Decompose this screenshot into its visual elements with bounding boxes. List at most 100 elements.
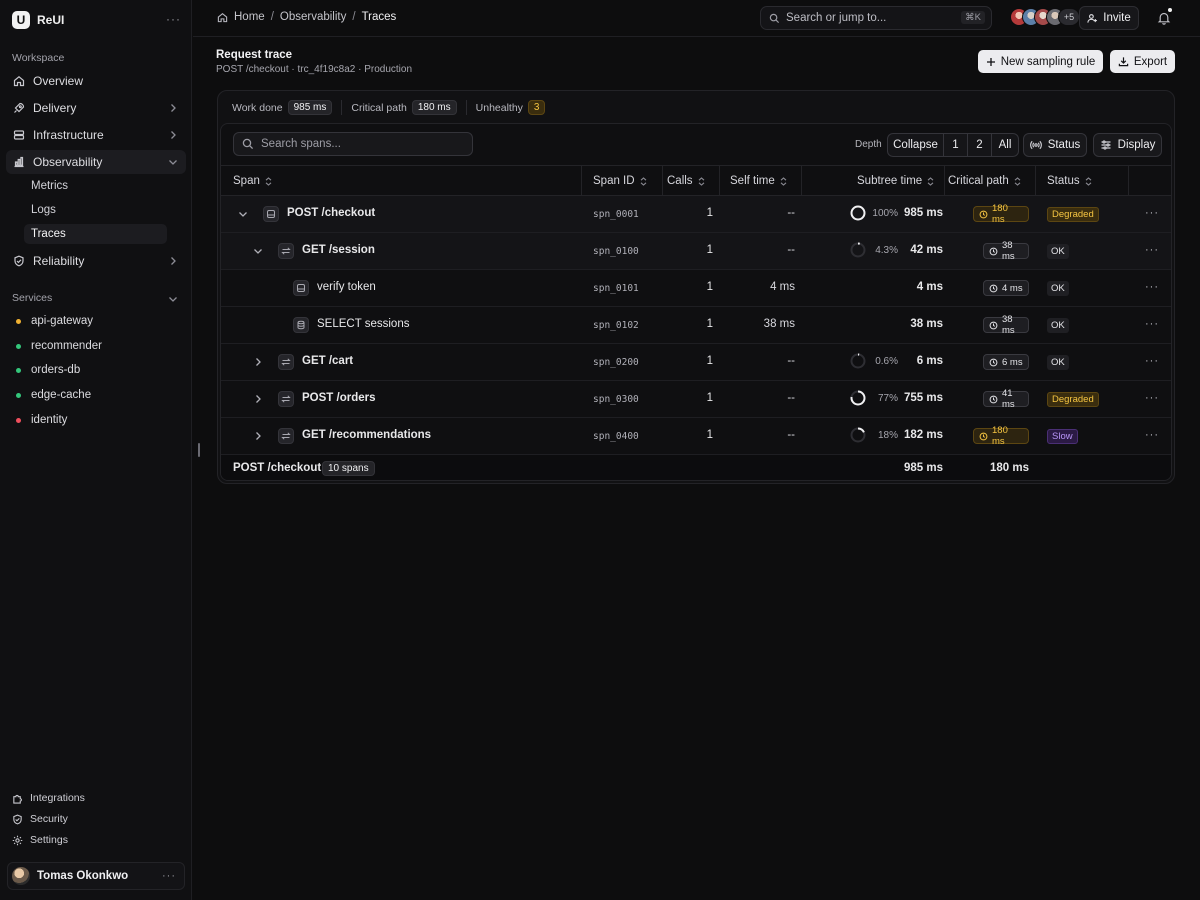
column-header-calls[interactable]: Calls xyxy=(667,166,705,196)
row-actions-icon[interactable]: ··· xyxy=(1145,318,1159,330)
bell-icon[interactable] xyxy=(1157,11,1171,25)
depth-option-1[interactable]: 1 xyxy=(944,134,968,156)
status-badge: OK xyxy=(1047,355,1069,370)
export-button[interactable]: Export xyxy=(1110,50,1175,73)
sidebar-link-settings[interactable]: Settings xyxy=(12,832,68,848)
more-icon[interactable]: ··· xyxy=(162,870,176,882)
service-item-api-gateway[interactable]: api-gateway xyxy=(16,313,93,329)
status-dot xyxy=(16,343,21,349)
sidebar-item-infrastructure[interactable]: Infrastructure xyxy=(6,123,186,147)
row-actions-icon[interactable]: ··· xyxy=(1145,244,1159,256)
broadcast-icon xyxy=(1029,139,1042,151)
sidebar-item-observability[interactable]: Observability xyxy=(6,150,186,174)
subtree-share-percent: 77% xyxy=(877,393,898,404)
topbar: Home / Observability / Traces Search or … xyxy=(193,0,1200,37)
chevron-right-icon[interactable] xyxy=(253,357,263,367)
status-dot xyxy=(16,392,21,398)
service-item-recommender[interactable]: recommender xyxy=(16,338,102,354)
table-row[interactable]: SELECT sessions spn_0102 1 38 ms 38 ms 38 ms O… xyxy=(221,307,1171,344)
chevron-down-icon[interactable] xyxy=(253,246,263,256)
sort-icon xyxy=(1014,176,1021,186)
span-calls: 1 xyxy=(706,244,713,256)
service-item-orders-db[interactable]: orders-db xyxy=(16,362,80,378)
column-header-span-id[interactable]: Span ID xyxy=(593,166,647,196)
page-subtitle: POST /checkout · trc_4f19c8a2 · Producti… xyxy=(216,64,413,75)
table-row[interactable]: POST /checkout spn_0001 1 -- 100% 985 ms 180 m… xyxy=(221,196,1171,233)
column-header-self-time[interactable]: Self time xyxy=(730,166,787,196)
span-name[interactable]: SELECT sessions xyxy=(317,318,409,330)
sidebar-link-integrations[interactable]: Integrations xyxy=(12,790,85,806)
span-calls: 1 xyxy=(706,207,713,219)
depth-option-2[interactable]: 2 xyxy=(968,134,992,156)
display-options-button[interactable]: Display xyxy=(1093,133,1162,157)
status-filter-button[interactable]: Status xyxy=(1023,133,1087,157)
breadcrumb-observability[interactable]: Observability xyxy=(280,11,346,23)
row-actions-icon[interactable]: ··· xyxy=(1145,207,1159,219)
sidebar-subitem-traces[interactable]: Traces xyxy=(24,224,167,244)
clock-icon xyxy=(989,321,998,330)
brand-logo: U xyxy=(12,11,30,29)
column-header-span[interactable]: Span xyxy=(233,166,272,196)
span-name[interactable]: GET /cart xyxy=(302,355,353,367)
span-name[interactable]: POST /checkout xyxy=(287,207,375,219)
column-header-status[interactable]: Status xyxy=(1047,166,1092,196)
stat-work-done: Work done 985 ms xyxy=(232,100,343,115)
service-item-edge-cache[interactable]: edge-cache xyxy=(16,387,91,403)
sidebar-item-delivery[interactable]: Delivery xyxy=(6,96,186,120)
download-icon xyxy=(1118,56,1129,67)
chevron-right-icon[interactable] xyxy=(253,431,263,441)
global-search-input[interactable]: Search or jump to... ⌘K xyxy=(760,6,992,30)
new-sampling-rule-button[interactable]: New sampling rule xyxy=(978,50,1103,73)
collaborator-avatars[interactable]: +5 xyxy=(1010,8,1080,26)
sidebar-subitem-metrics[interactable]: Metrics xyxy=(24,176,167,196)
breadcrumb-home[interactable]: Home xyxy=(234,11,265,23)
row-actions-icon[interactable]: ··· xyxy=(1145,281,1159,293)
sidebar-item-reliability[interactable]: Reliability xyxy=(6,249,186,273)
depth-option-collapse[interactable]: Collapse xyxy=(888,134,944,156)
chevron-down-icon[interactable] xyxy=(168,292,178,302)
chevron-right-icon[interactable] xyxy=(253,394,263,404)
workspace-menu-icon[interactable]: ··· xyxy=(166,12,181,26)
span-name[interactable]: verify token xyxy=(317,281,376,293)
depth-option-all[interactable]: All xyxy=(992,134,1018,156)
user-menu[interactable]: Tomas Okonkwo ··· xyxy=(7,862,185,890)
footer-root-name: POST /checkout xyxy=(233,462,322,474)
sidebar-item-label: Delivery xyxy=(33,101,77,115)
search-icon xyxy=(242,138,254,150)
chevron-down-icon[interactable] xyxy=(238,209,248,219)
service-label: orders-db xyxy=(31,364,81,376)
critical-path-value: 180 ms xyxy=(992,203,1008,225)
table-row[interactable]: GET /recommendations spn_0400 1 -- 18% 182 ms… xyxy=(221,418,1171,455)
swap-icon xyxy=(278,354,294,370)
search-spans-input[interactable]: Search spans... xyxy=(233,132,473,156)
sidebar-resize-handle[interactable] xyxy=(198,443,200,457)
row-actions-icon[interactable]: ··· xyxy=(1145,429,1159,441)
service-item-identity[interactable]: identity xyxy=(16,412,67,428)
span-id: spn_0200 xyxy=(593,357,639,368)
sidebar-link-security[interactable]: Security xyxy=(12,811,68,827)
row-actions-icon[interactable]: ··· xyxy=(1145,355,1159,367)
sidebar-subitem-logs[interactable]: Logs xyxy=(24,200,167,220)
row-actions-icon[interactable]: ··· xyxy=(1145,392,1159,404)
span-self-time: -- xyxy=(787,355,795,367)
clock-icon xyxy=(989,358,998,367)
table-row[interactable]: POST /orders spn_0300 1 -- 77% 755 ms 41 ms Deg… xyxy=(221,381,1171,418)
span-name[interactable]: POST /orders xyxy=(302,392,376,404)
depth-segmented-control: Collapse 1 2 All xyxy=(887,133,1019,157)
table-row[interactable]: GET /cart spn_0200 1 -- 0.6% 6 ms 6 ms OK ··· xyxy=(221,344,1171,381)
span-name[interactable]: GET /session xyxy=(302,244,375,256)
column-header-subtree-time[interactable]: Subtree time xyxy=(857,166,934,196)
status-dot xyxy=(16,417,21,423)
sidebar-item-overview[interactable]: Overview xyxy=(6,69,186,93)
table-row[interactable]: GET /session spn_0100 1 -- 4.3% 42 ms 38 ms OK ·… xyxy=(221,233,1171,270)
sidebar-item-label: Overview xyxy=(33,74,84,88)
table-header: Span Span ID Calls Self time Subtree tim… xyxy=(221,166,1171,196)
invite-button[interactable]: Invite xyxy=(1079,6,1139,30)
span-self-time: -- xyxy=(787,429,795,441)
home-icon[interactable] xyxy=(217,12,228,23)
span-name[interactable]: GET /recommendations xyxy=(302,429,431,441)
column-label: Self time xyxy=(730,175,775,187)
column-header-critical-path[interactable]: Critical path xyxy=(948,166,1021,196)
brand[interactable]: U ReUI xyxy=(12,10,64,30)
table-row[interactable]: verify token spn_0101 1 4 ms 4 ms 4 ms OK ··· xyxy=(221,270,1171,307)
